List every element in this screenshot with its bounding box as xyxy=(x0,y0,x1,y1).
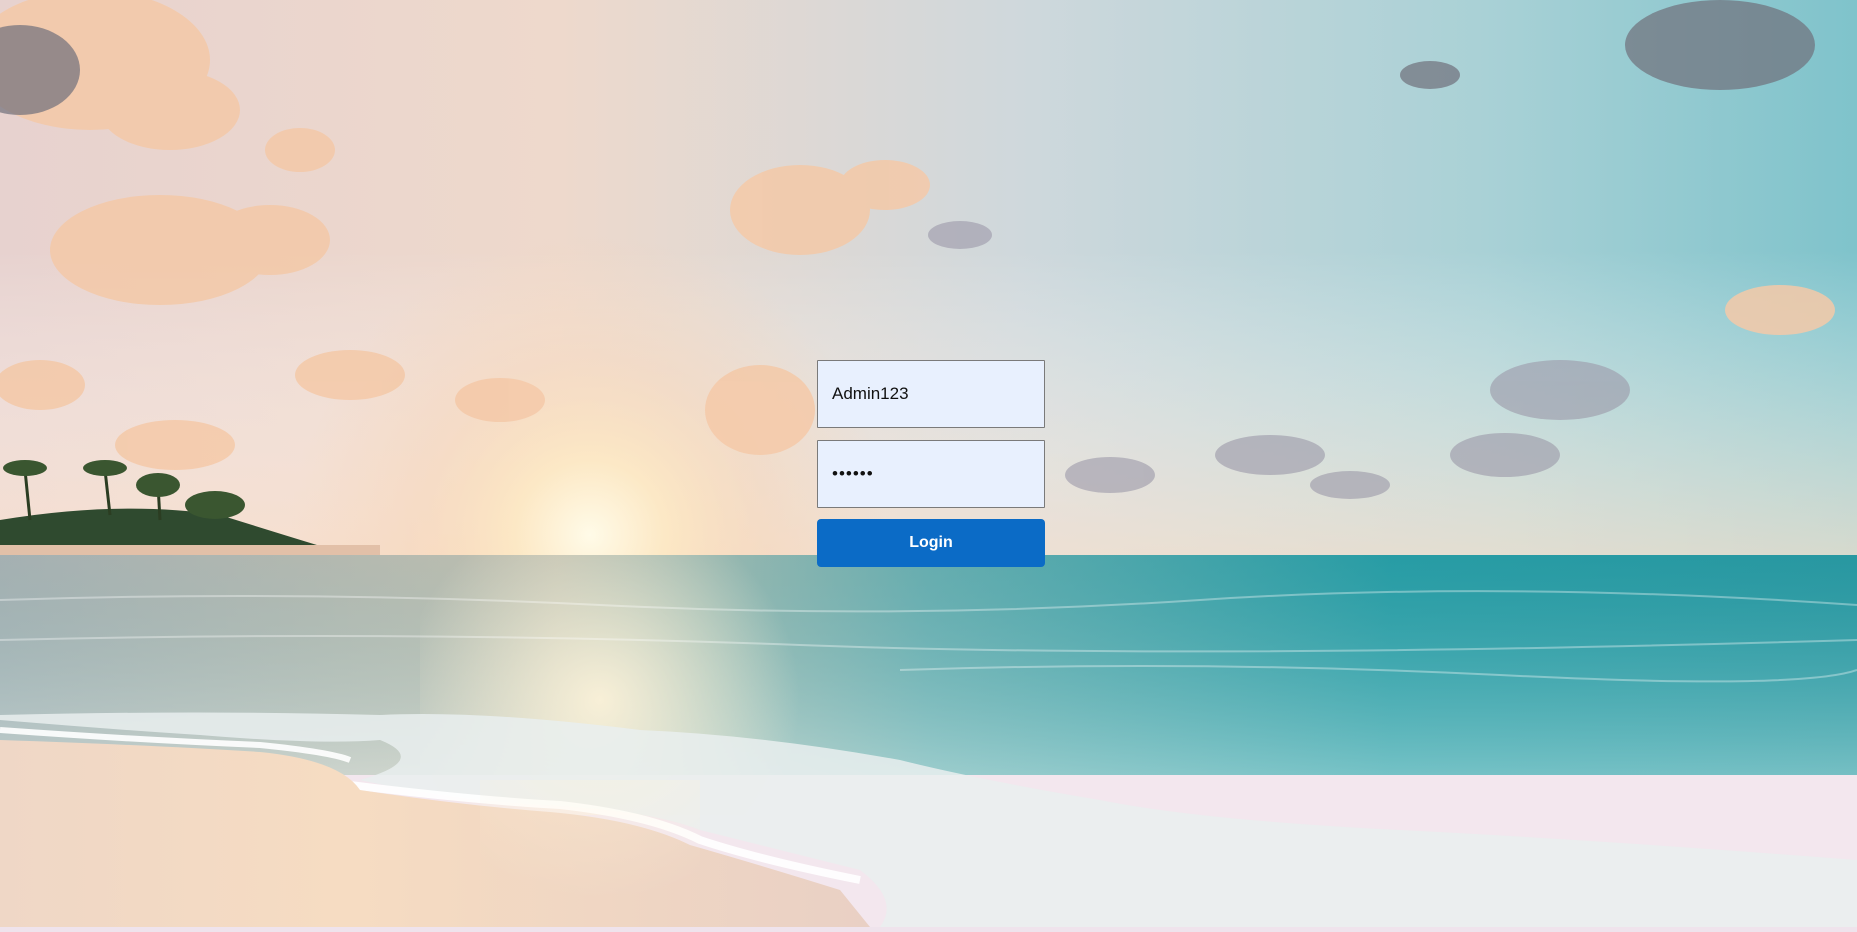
login-page: Login xyxy=(0,0,1857,932)
page-bottom-edge xyxy=(0,927,1857,932)
username-input[interactable] xyxy=(817,360,1045,428)
password-input[interactable] xyxy=(817,440,1045,508)
login-button[interactable]: Login xyxy=(817,519,1045,567)
login-form: Login xyxy=(817,360,1045,567)
